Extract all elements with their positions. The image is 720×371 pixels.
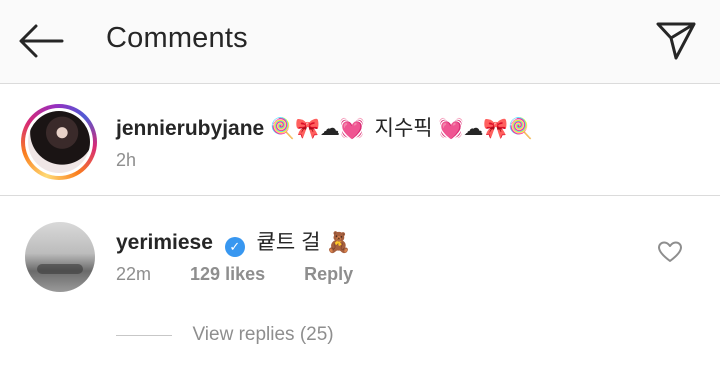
likes-count[interactable]: 129 likes — [190, 264, 265, 284]
arrow-left-icon — [19, 24, 64, 58]
like-button[interactable] — [657, 240, 683, 264]
view-replies-label: View replies (25) — [192, 324, 334, 345]
caption-emojis-start: 🍭🎀☁💓 — [270, 116, 365, 140]
top-bar: Comments — [0, 0, 720, 84]
caption-timestamp: 2h — [116, 150, 137, 170]
view-replies-button[interactable]: View replies (25) — [116, 324, 334, 346]
comment-username[interactable]: yerimiese — [116, 231, 213, 254]
caption-emojis-end: 💓☁🎀🍭 — [438, 116, 534, 140]
avatar — [28, 111, 90, 173]
heart-outline-icon — [658, 241, 682, 262]
comment-line: yerimiese ✓ 큩트 걸 🧸 — [116, 226, 351, 257]
page-title: Comments — [106, 22, 248, 54]
comment-text: 큩트 걸 — [256, 231, 321, 254]
share-button[interactable] — [652, 18, 700, 62]
caption-text: 지수픽 — [374, 117, 433, 140]
avatar[interactable] — [25, 222, 95, 292]
back-button[interactable] — [14, 20, 66, 62]
post-caption: jennierubyjane 🍭🎀☁💓 지수픽 💓☁🎀🍭 2h — [0, 84, 720, 196]
verified-badge-icon: ✓ — [224, 237, 245, 257]
comment-timestamp: 22m — [116, 264, 152, 284]
comment-meta: 22m 129 likes Reply — [116, 264, 353, 285]
comment-item: yerimiese ✓ 큩트 걸 🧸 22m 129 likes Reply V… — [0, 196, 720, 371]
story-ring[interactable] — [21, 104, 97, 180]
paper-plane-icon — [656, 22, 696, 60]
reply-button[interactable]: Reply — [304, 264, 353, 284]
divider — [116, 335, 172, 337]
caption-username[interactable]: jennierubyjane — [116, 117, 264, 140]
comment-emoji: 🧸 — [326, 230, 352, 254]
caption-line: jennierubyjane 🍭🎀☁💓 지수픽 💓☁🎀🍭 — [116, 112, 533, 142]
